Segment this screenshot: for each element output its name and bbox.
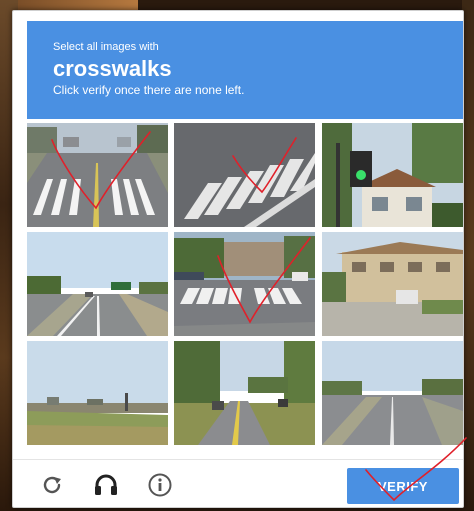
image-tile-3[interactable]: [322, 123, 463, 227]
captcha-footer: VERIFY: [13, 459, 463, 508]
reload-icon[interactable]: [39, 472, 65, 498]
image-tile-8[interactable]: [174, 341, 315, 445]
image-tile-1-photo: [27, 123, 168, 227]
image-tile-7-photo: [27, 341, 168, 445]
captcha-instructions-header: Select all images with crosswalks Click …: [27, 21, 463, 119]
image-tile-4[interactable]: [27, 232, 168, 336]
image-tile-6-photo: [322, 232, 463, 336]
image-tile-1[interactable]: [27, 123, 168, 227]
image-tile-6[interactable]: [322, 232, 463, 336]
image-tile-4-photo: [27, 232, 168, 336]
instruction-small-text: Select all images with: [53, 41, 159, 53]
image-tile-5[interactable]: [174, 232, 315, 336]
image-tile-2-photo: [174, 123, 315, 227]
image-tile-9-photo: [322, 341, 463, 445]
audio-challenge-icon[interactable]: [93, 472, 119, 498]
image-tile-9[interactable]: [322, 341, 463, 445]
image-tile-7[interactable]: [27, 341, 168, 445]
image-tile-3-photo: [322, 123, 463, 227]
image-tile-5-photo: [174, 232, 315, 336]
image-grid: [27, 123, 463, 445]
info-icon[interactable]: [147, 472, 173, 498]
target-object-label: crosswalks: [53, 56, 172, 81]
captcha-dialog: Select all images with crosswalks Click …: [12, 10, 464, 508]
instruction-sub-text: Click verify once there are none left.: [53, 83, 245, 97]
verify-button[interactable]: VERIFY: [347, 468, 459, 504]
image-tile-2[interactable]: [174, 123, 315, 227]
image-tile-8-photo: [174, 341, 315, 445]
